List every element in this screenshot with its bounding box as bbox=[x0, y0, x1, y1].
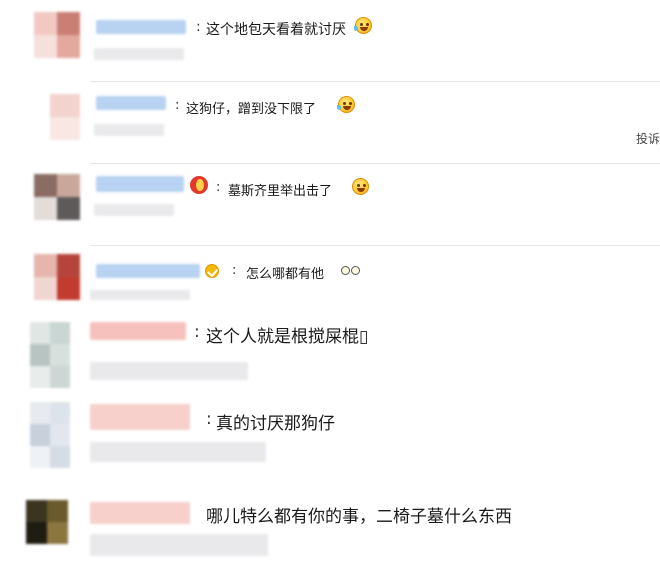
vip-red-badge-icon bbox=[190, 176, 208, 194]
comment-text: 哪儿特么都有你的事，二椅子墓什么东西 bbox=[206, 507, 512, 527]
comment-text: 这个地包天看着就讨厌 bbox=[206, 22, 346, 38]
comment-row: : 这狗仔，蹭到没下限了 bbox=[0, 82, 660, 164]
comment-text: 墓斯齐里举出击了 bbox=[228, 184, 333, 199]
username-blurred[interactable] bbox=[96, 264, 200, 278]
comment-meta-blurred bbox=[94, 204, 174, 216]
comment-meta-blurred bbox=[90, 534, 268, 556]
comment-meta-blurred bbox=[94, 124, 164, 136]
username-blurred[interactable] bbox=[90, 322, 186, 340]
username-blurred[interactable] bbox=[96, 96, 166, 110]
cry-laugh-icon bbox=[337, 96, 355, 113]
avatar[interactable] bbox=[30, 322, 70, 388]
comment-row: 哪儿特么都有你的事，二椅子墓什么东西 bbox=[0, 480, 660, 567]
avatar[interactable] bbox=[34, 12, 80, 58]
comment-separator: : bbox=[194, 322, 200, 342]
comment-row: : 这个人就是根搅屎棍▯ bbox=[0, 314, 660, 400]
comment-row: : 怎么哪都有他 bbox=[0, 246, 660, 314]
comment-text: 这狗仔，蹭到没下限了 bbox=[186, 102, 317, 117]
verified-badge-icon bbox=[205, 264, 219, 278]
avatar[interactable] bbox=[50, 94, 80, 140]
comment-separator: : bbox=[206, 409, 212, 429]
avatar[interactable] bbox=[26, 500, 68, 544]
comment-row: : 这个地包天看着就讨厌 bbox=[0, 0, 660, 82]
comment-separator: : bbox=[232, 263, 237, 278]
username-blurred[interactable] bbox=[96, 20, 186, 34]
comment-meta-blurred bbox=[90, 290, 190, 300]
comment-meta-blurred bbox=[90, 362, 248, 380]
comment-separator: : bbox=[216, 180, 221, 195]
avatar[interactable] bbox=[34, 174, 80, 220]
cry-laugh-icon bbox=[354, 17, 372, 34]
username-blurred[interactable] bbox=[90, 404, 190, 430]
username-blurred[interactable] bbox=[90, 502, 190, 524]
comment-separator: : bbox=[196, 19, 201, 35]
comment-row: : 墓斯齐里举出击了 bbox=[0, 164, 660, 246]
comment-meta-blurred bbox=[90, 442, 266, 462]
avatar[interactable] bbox=[30, 402, 70, 468]
avatar[interactable] bbox=[34, 254, 80, 300]
comment-text: 怎么哪都有他 bbox=[246, 267, 325, 282]
comment-meta-blurred bbox=[94, 48, 184, 60]
comment-text: 这个人就是根搅屎棍▯ bbox=[206, 327, 369, 347]
sunglasses-icon bbox=[341, 266, 361, 278]
report-link[interactable]: 投诉 bbox=[636, 130, 660, 147]
comment-separator: : bbox=[175, 98, 180, 113]
wink-grin-icon bbox=[352, 178, 369, 195]
comment-row: : 真的讨厌那狗仔 bbox=[0, 400, 660, 480]
comment-text: 真的讨厌那狗仔 bbox=[216, 414, 335, 434]
username-blurred[interactable] bbox=[96, 176, 184, 192]
